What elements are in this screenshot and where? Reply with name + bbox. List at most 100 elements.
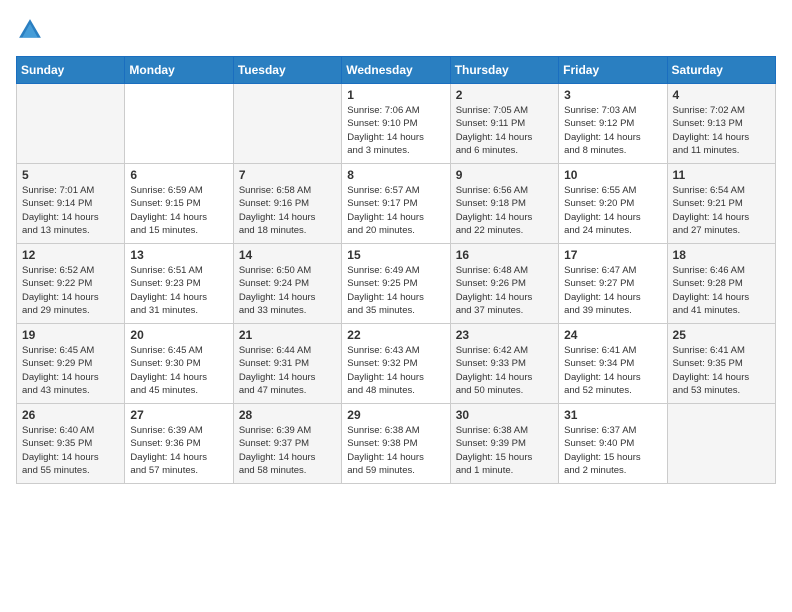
- calendar-cell: 2Sunrise: 7:05 AMSunset: 9:11 PMDaylight…: [450, 84, 558, 164]
- calendar-cell: 1 Sunrise: 7:06 AMSunset: 9:10 PMDaylight…: [342, 84, 450, 164]
- calendar-cell: 14 Sunrise: 6:50 AMSunset: 9:24 PMDayligh…: [233, 244, 341, 324]
- day-number: 17: [564, 248, 661, 262]
- calendar-cell: 4 Sunrise: 7:02 AMSunset: 9:13 PMDaylight…: [667, 84, 775, 164]
- day-info: Sunrise: 7:03 AMSunset: 9:12 PMDaylight:…: [564, 104, 661, 157]
- calendar-cell: 20Sunrise: 6:45 AMSunset: 9:30 PMDayligh…: [125, 324, 233, 404]
- day-number: 4: [673, 88, 770, 102]
- day-number: 8: [347, 168, 444, 182]
- day-info: Sunrise: 6:47 AMSunset: 9:27 PMDaylight:…: [564, 264, 661, 317]
- calendar-cell: 8 Sunrise: 6:57 AMSunset: 9:17 PMDaylight…: [342, 164, 450, 244]
- day-info: Sunrise: 6:55 AMSunset: 9:20 PMDaylight:…: [564, 184, 661, 237]
- day-number: 19: [22, 328, 119, 342]
- day-info: Sunrise: 6:59 AMSunset: 9:15 PMDaylight:…: [130, 184, 227, 237]
- calendar-cell: 31Sunrise: 6:37 AMSunset: 9:40 PMDayligh…: [559, 404, 667, 484]
- day-info: Sunrise: 6:46 AMSunset: 9:28 PMDaylight:…: [673, 264, 770, 317]
- day-info: Sunrise: 7:05 AMSunset: 9:11 PMDaylight:…: [456, 104, 553, 157]
- day-number: 27: [130, 408, 227, 422]
- calendar-cell: 11 Sunrise: 6:54 AMSunset: 9:21 PMDayligh…: [667, 164, 775, 244]
- day-info: Sunrise: 6:39 AMSunset: 9:36 PMDaylight:…: [130, 424, 227, 477]
- calendar-cell: 7 Sunrise: 6:58 AMSunset: 9:16 PMDaylight…: [233, 164, 341, 244]
- week-row-4: 19 Sunrise: 6:45 AMSunset: 9:29 PMDayligh…: [17, 324, 776, 404]
- calendar-cell: 17 Sunrise: 6:47 AMSunset: 9:27 PMDayligh…: [559, 244, 667, 324]
- day-number: 15: [347, 248, 444, 262]
- calendar-cell: 19 Sunrise: 6:45 AMSunset: 9:29 PMDayligh…: [17, 324, 125, 404]
- calendar-cell: 28 Sunrise: 6:39 AMSunset: 9:37 PMDayligh…: [233, 404, 341, 484]
- col-header-sunday: Sunday: [17, 57, 125, 84]
- day-info: Sunrise: 6:52 AMSunset: 9:22 PMDaylight:…: [22, 264, 119, 317]
- week-row-5: 26 Sunrise: 6:40 AMSunset: 9:35 PMDayligh…: [17, 404, 776, 484]
- week-row-3: 12 Sunrise: 6:52 AMSunset: 9:22 PMDayligh…: [17, 244, 776, 324]
- day-info: Sunrise: 6:48 AMSunset: 9:26 PMDaylight:…: [456, 264, 553, 317]
- calendar-cell: 10 Sunrise: 6:55 AMSunset: 9:20 PMDayligh…: [559, 164, 667, 244]
- day-info: Sunrise: 6:40 AMSunset: 9:35 PMDaylight:…: [22, 424, 119, 477]
- header-row: SundayMondayTuesdayWednesdayThursdayFrid…: [17, 57, 776, 84]
- calendar-cell: 16 Sunrise: 6:48 AMSunset: 9:26 PMDayligh…: [450, 244, 558, 324]
- calendar-cell: 5 Sunrise: 7:01 AMSunset: 9:14 PMDaylight…: [17, 164, 125, 244]
- calendar-cell: 9Sunrise: 6:56 AMSunset: 9:18 PMDaylight…: [450, 164, 558, 244]
- calendar-cell: [233, 84, 341, 164]
- day-info: Sunrise: 7:02 AMSunset: 9:13 PMDaylight:…: [673, 104, 770, 157]
- day-info: Sunrise: 6:50 AMSunset: 9:24 PMDaylight:…: [239, 264, 336, 317]
- day-info: Sunrise: 7:01 AMSunset: 9:14 PMDaylight:…: [22, 184, 119, 237]
- day-number: 7: [239, 168, 336, 182]
- day-number: 30: [456, 408, 553, 422]
- calendar-cell: [667, 404, 775, 484]
- day-number: 1: [347, 88, 444, 102]
- day-info: Sunrise: 6:54 AMSunset: 9:21 PMDaylight:…: [673, 184, 770, 237]
- col-header-tuesday: Tuesday: [233, 57, 341, 84]
- day-number: 31: [564, 408, 661, 422]
- col-header-thursday: Thursday: [450, 57, 558, 84]
- calendar-cell: 15 Sunrise: 6:49 AMSunset: 9:25 PMDayligh…: [342, 244, 450, 324]
- calendar-table: SundayMondayTuesdayWednesdayThursdayFrid…: [16, 56, 776, 484]
- day-number: 5: [22, 168, 119, 182]
- calendar-cell: 23Sunrise: 6:42 AMSunset: 9:33 PMDayligh…: [450, 324, 558, 404]
- calendar-cell: 30 Sunrise: 6:38 AMSunset: 9:39 PMDayligh…: [450, 404, 558, 484]
- day-number: 6: [130, 168, 227, 182]
- day-number: 10: [564, 168, 661, 182]
- day-number: 26: [22, 408, 119, 422]
- calendar-cell: [17, 84, 125, 164]
- calendar-cell: 6 Sunrise: 6:59 AMSunset: 9:15 PMDaylight…: [125, 164, 233, 244]
- day-info: Sunrise: 6:56 AMSunset: 9:18 PMDaylight:…: [456, 184, 553, 237]
- day-number: 14: [239, 248, 336, 262]
- page-header: [16, 16, 776, 44]
- col-header-saturday: Saturday: [667, 57, 775, 84]
- day-info: Sunrise: 6:39 AMSunset: 9:37 PMDaylight:…: [239, 424, 336, 477]
- day-number: 18: [673, 248, 770, 262]
- day-info: Sunrise: 6:45 AMSunset: 9:29 PMDaylight:…: [22, 344, 119, 397]
- day-info: Sunrise: 6:38 AMSunset: 9:38 PMDaylight:…: [347, 424, 444, 477]
- day-info: Sunrise: 6:44 AMSunset: 9:31 PMDaylight:…: [239, 344, 336, 397]
- day-info: Sunrise: 6:41 AMSunset: 9:34 PMDaylight:…: [564, 344, 661, 397]
- calendar-cell: 25Sunrise: 6:41 AMSunset: 9:35 PMDayligh…: [667, 324, 775, 404]
- day-number: 11: [673, 168, 770, 182]
- day-info: Sunrise: 6:57 AMSunset: 9:17 PMDaylight:…: [347, 184, 444, 237]
- day-number: 28: [239, 408, 336, 422]
- col-header-wednesday: Wednesday: [342, 57, 450, 84]
- logo-icon: [16, 16, 44, 44]
- calendar-cell: 26 Sunrise: 6:40 AMSunset: 9:35 PMDayligh…: [17, 404, 125, 484]
- day-info: Sunrise: 6:38 AMSunset: 9:39 PMDaylight:…: [456, 424, 553, 477]
- day-info: Sunrise: 6:42 AMSunset: 9:33 PMDaylight:…: [456, 344, 553, 397]
- calendar-cell: 27 Sunrise: 6:39 AMSunset: 9:36 PMDayligh…: [125, 404, 233, 484]
- day-number: 12: [22, 248, 119, 262]
- calendar-cell: 22Sunrise: 6:43 AMSunset: 9:32 PMDayligh…: [342, 324, 450, 404]
- day-number: 16: [456, 248, 553, 262]
- day-info: Sunrise: 6:41 AMSunset: 9:35 PMDaylight:…: [673, 344, 770, 397]
- calendar-cell: 12 Sunrise: 6:52 AMSunset: 9:22 PMDayligh…: [17, 244, 125, 324]
- calendar-cell: 18 Sunrise: 6:46 AMSunset: 9:28 PMDayligh…: [667, 244, 775, 324]
- week-row-2: 5 Sunrise: 7:01 AMSunset: 9:14 PMDaylight…: [17, 164, 776, 244]
- week-row-1: 1 Sunrise: 7:06 AMSunset: 9:10 PMDaylight…: [17, 84, 776, 164]
- day-number: 13: [130, 248, 227, 262]
- day-info: Sunrise: 7:06 AMSunset: 9:10 PMDaylight:…: [347, 104, 444, 157]
- day-info: Sunrise: 6:49 AMSunset: 9:25 PMDaylight:…: [347, 264, 444, 317]
- day-number: 3: [564, 88, 661, 102]
- day-info: Sunrise: 6:58 AMSunset: 9:16 PMDaylight:…: [239, 184, 336, 237]
- day-number: 24: [564, 328, 661, 342]
- calendar-cell: [125, 84, 233, 164]
- col-header-monday: Monday: [125, 57, 233, 84]
- day-info: Sunrise: 6:43 AMSunset: 9:32 PMDaylight:…: [347, 344, 444, 397]
- day-number: 21: [239, 328, 336, 342]
- col-header-friday: Friday: [559, 57, 667, 84]
- day-info: Sunrise: 6:51 AMSunset: 9:23 PMDaylight:…: [130, 264, 227, 317]
- calendar-cell: 13 Sunrise: 6:51 AMSunset: 9:23 PMDayligh…: [125, 244, 233, 324]
